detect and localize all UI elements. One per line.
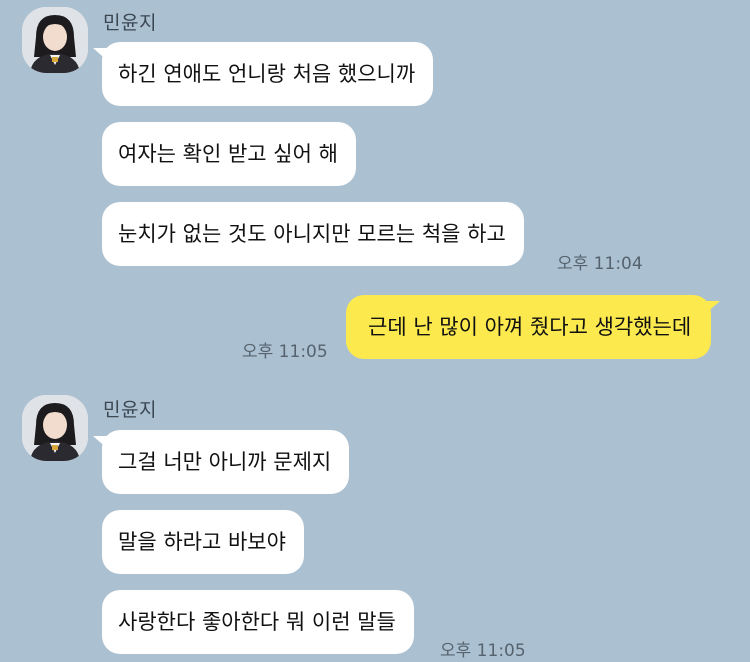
message-bubble[interactable]: 그걸 너만 아니까 문제지: [93, 430, 350, 494]
message-bubble[interactable]: 여자는 확인 받고 싶어 해: [102, 122, 356, 186]
chat-room: 민윤지 하긴 연애도 언니랑 처음 했으니까 여자는 확인 받고 싶어 해 눈치…: [0, 0, 750, 662]
message-time: 오후 11:04: [557, 254, 643, 274]
message-text: 하긴 연애도 언니랑 처음 했으니까: [118, 62, 416, 86]
message-bubble[interactable]: 눈치가 없는 것도 아니지만 모르는 척을 하고: [102, 202, 524, 266]
message-bubble[interactable]: 사랑한다 좋아한다 뭐 이런 말들: [102, 590, 414, 654]
message-text: 근데 난 많이 아껴 줬다고 생각했는데: [368, 315, 692, 339]
message-bubble[interactable]: 하긴 연애도 언니랑 처음 했으니까: [93, 42, 434, 106]
bubble-tail: [704, 301, 721, 315]
bubble-tail: [93, 436, 109, 450]
profile-photo-icon: [22, 7, 88, 73]
message-text: 그걸 너만 아니까 문제지: [118, 450, 332, 474]
profile-avatar[interactable]: [22, 7, 88, 73]
profile-avatar[interactable]: [22, 395, 88, 461]
profile-photo-icon: [22, 395, 88, 461]
sender-name: 민윤지: [103, 12, 157, 34]
message-text: 사랑한다 좋아한다 뭐 이런 말들: [118, 610, 396, 634]
bubble-tail: [93, 48, 109, 62]
message-text: 여자는 확인 받고 싶어 해: [118, 142, 338, 166]
message-text: 말을 하라고 바보야: [118, 530, 286, 554]
message-time: 오후 11:05: [242, 342, 328, 362]
message-bubble[interactable]: 근데 난 많이 아껴 줬다고 생각했는데: [346, 295, 721, 359]
message-text: 눈치가 없는 것도 아니지만 모르는 척을 하고: [118, 222, 506, 246]
sender-name: 민윤지: [103, 399, 157, 421]
message-bubble[interactable]: 말을 하라고 바보야: [102, 510, 304, 574]
message-time: 오후 11:05: [440, 641, 526, 661]
